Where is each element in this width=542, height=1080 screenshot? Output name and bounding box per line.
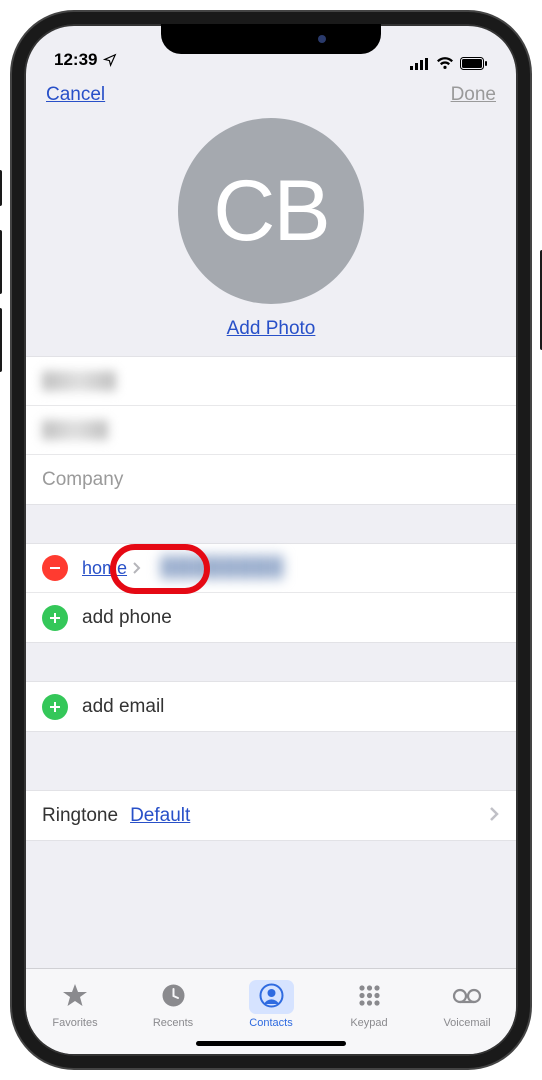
- add-photo-button[interactable]: Add Photo: [227, 318, 316, 340]
- last-name-field[interactable]: [26, 406, 516, 455]
- status-time: 12:39: [54, 50, 97, 70]
- clock-icon: [161, 999, 186, 1011]
- first-name-field[interactable]: [26, 357, 516, 406]
- phone-entry-row[interactable]: home ████████: [26, 544, 516, 593]
- tab-recents-label: Recents: [153, 1017, 193, 1029]
- add-phone-row[interactable]: add phone: [26, 593, 516, 642]
- chevron-right-icon: [488, 802, 500, 830]
- tab-favorites-label: Favorites: [52, 1017, 97, 1029]
- chevron-right-icon: [131, 561, 141, 575]
- phone-type-label: home: [82, 558, 127, 579]
- add-phone-icon: [42, 605, 68, 631]
- notch: [161, 24, 381, 54]
- company-placeholder: Company: [42, 469, 123, 491]
- company-field[interactable]: Company: [26, 455, 516, 504]
- keypad-icon: [357, 999, 382, 1011]
- remove-phone-button[interactable]: [42, 555, 68, 581]
- ringtone-value: Default: [130, 805, 190, 827]
- add-phone-label: add phone: [82, 607, 172, 629]
- first-name-value-redacted: [42, 371, 116, 391]
- done-button[interactable]: Done: [451, 84, 496, 106]
- spacer: [26, 505, 516, 543]
- spacer: [26, 732, 516, 790]
- ringtone-label: Ringtone: [42, 805, 118, 827]
- phone-section: home ████████ add phone: [26, 543, 516, 643]
- tab-voicemail[interactable]: Voicemail: [418, 969, 516, 1040]
- avatar-section: CB Add Photo: [26, 112, 516, 356]
- voicemail-icon: [452, 999, 482, 1011]
- cancel-button[interactable]: Cancel: [46, 84, 105, 106]
- tab-recents[interactable]: Recents: [124, 969, 222, 1040]
- nav-bar: Cancel Done: [26, 72, 516, 112]
- tab-contacts[interactable]: Contacts: [222, 969, 320, 1040]
- mute-switch: [0, 170, 2, 206]
- battery-icon: [460, 57, 488, 70]
- add-email-row[interactable]: add email: [26, 682, 516, 731]
- tab-contacts-label: Contacts: [249, 1017, 292, 1029]
- tab-keypad[interactable]: Keypad: [320, 969, 418, 1040]
- spacer: [26, 643, 516, 681]
- tab-keypad-label: Keypad: [350, 1017, 387, 1029]
- email-section: add email: [26, 681, 516, 732]
- cellular-icon: [410, 58, 430, 70]
- volume-up-button: [0, 230, 2, 294]
- tab-favorites[interactable]: Favorites: [26, 969, 124, 1040]
- add-email-label: add email: [82, 696, 164, 718]
- ringtone-section: Ringtone Default: [26, 790, 516, 841]
- location-icon: [103, 53, 117, 67]
- home-indicator[interactable]: [196, 1041, 346, 1046]
- name-section: Company: [26, 356, 516, 505]
- tab-voicemail-label: Voicemail: [443, 1017, 490, 1029]
- avatar-initials: CB: [213, 162, 328, 261]
- add-email-icon: [42, 694, 68, 720]
- camera-dot: [318, 35, 326, 43]
- star-icon: [62, 999, 88, 1011]
- screen: 12:39 Canc: [26, 26, 516, 1054]
- phone-number-value-redacted: ████████: [161, 557, 285, 579]
- phone-type-selector[interactable]: home: [82, 558, 141, 579]
- wifi-icon: [436, 57, 454, 70]
- contact-icon: [259, 999, 284, 1011]
- avatar[interactable]: CB: [178, 118, 364, 304]
- phone-body: 12:39 Canc: [12, 12, 530, 1068]
- device-frame: 12:39 Canc: [0, 0, 542, 1080]
- last-name-value-redacted: [42, 420, 108, 440]
- volume-down-button: [0, 308, 2, 372]
- ringtone-row[interactable]: Ringtone Default: [26, 791, 516, 840]
